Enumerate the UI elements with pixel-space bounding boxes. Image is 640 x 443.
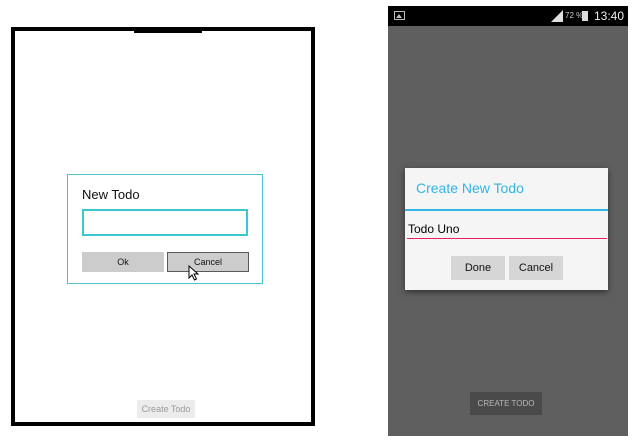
cancel-button[interactable]: Cancel xyxy=(167,252,249,272)
windows-device-frame: New Todo Ok Cancel Create Todo xyxy=(11,27,315,426)
status-time: 13:40 xyxy=(593,9,624,23)
device-notch xyxy=(134,27,202,33)
battery-percent: 72 % xyxy=(565,11,584,20)
ok-button[interactable]: Ok xyxy=(82,252,164,272)
status-bar: 72 % 13:40 xyxy=(388,6,628,26)
signal-icon xyxy=(551,10,563,22)
battery-icon xyxy=(582,11,588,21)
create-new-todo-dialog: Create New Todo Done Cancel xyxy=(405,168,608,290)
cancel-button[interactable]: Cancel xyxy=(509,256,563,280)
gallery-notification-icon xyxy=(394,11,405,20)
title-divider xyxy=(405,209,608,211)
create-todo-button[interactable]: Create Todo xyxy=(137,400,195,418)
done-button[interactable]: Done xyxy=(451,256,505,280)
todo-input[interactable] xyxy=(82,209,248,236)
create-todo-button[interactable]: CREATE TODO xyxy=(470,392,542,415)
dialog-title: Create New Todo xyxy=(416,180,524,196)
todo-input[interactable] xyxy=(407,220,607,239)
new-todo-dialog: New Todo Ok Cancel xyxy=(67,174,263,284)
mouse-cursor-icon xyxy=(188,265,200,281)
android-phone-screen: 72 % 13:40 Create New Todo Done Cancel C… xyxy=(388,6,628,436)
dialog-title: New Todo xyxy=(82,187,140,202)
